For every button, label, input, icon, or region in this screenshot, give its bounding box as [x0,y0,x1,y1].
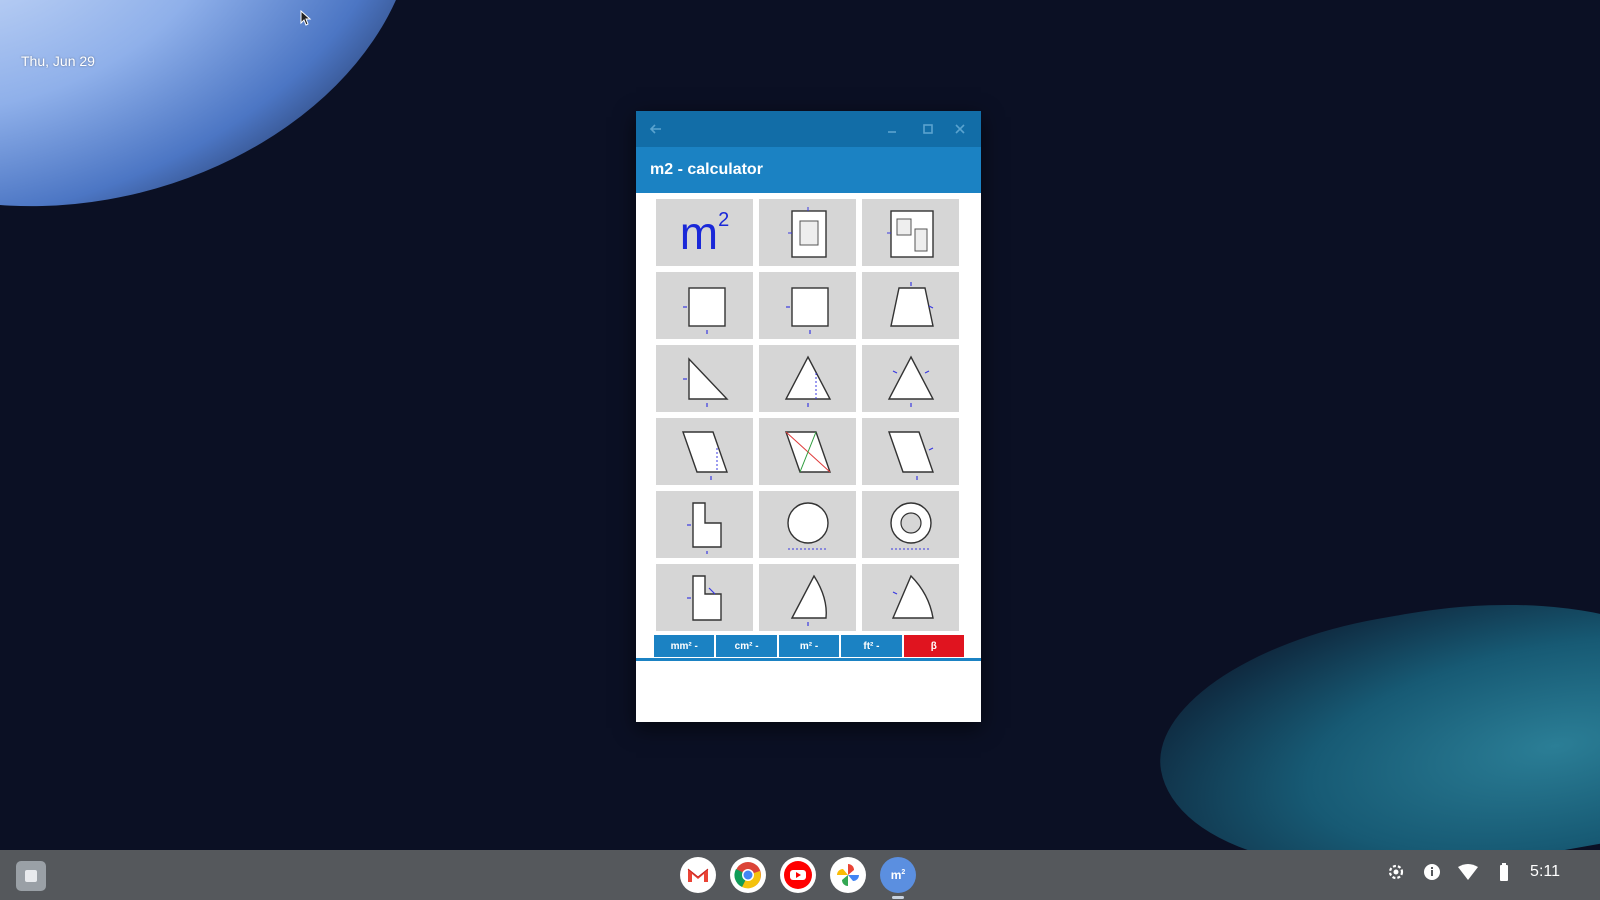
circle-segment-icon [891,574,934,619]
m2-calculator-icon[interactable]: m2 [880,857,916,899]
triangle-height-icon [784,354,831,407]
launcher-icon [25,870,37,882]
ring-icon [889,501,932,549]
unit-m2-button[interactable]: m² - [778,635,840,657]
multi-room-area-tile[interactable] [862,199,959,266]
m2-logo-tile[interactable]: m2 [656,199,753,266]
right-triangle-icon [682,356,729,407]
l-shape-tile[interactable] [656,491,753,558]
shape-grid: m2 [656,199,959,631]
gmail-icon[interactable] [680,857,716,893]
circle-sector-tile[interactable] [759,564,856,631]
l-shape-icon [686,501,722,554]
parallelogram-icon [681,430,728,480]
unit-cm2-button[interactable]: cm² - [716,635,777,657]
square-icon [785,286,829,334]
room-area-icon [787,206,827,258]
circle-segment-tile[interactable] [862,564,959,631]
unit-ft2-button[interactable]: ft² - [841,635,902,657]
parallelogram-tile[interactable] [656,418,753,485]
circle-tile[interactable] [759,491,856,558]
circle-icon [786,501,829,549]
close-icon[interactable] [950,119,970,139]
triangle-height-tile[interactable] [759,345,856,412]
ring-tile[interactable] [862,491,959,558]
triangle-sides-icon [887,354,934,407]
youtube-icon[interactable] [780,857,816,893]
trapezoid-tile[interactable] [862,272,959,339]
app-window: m2 - calculator m2 mm² - cm² - m² - ft² … [636,111,981,722]
shelf-apps: m2 [680,857,916,899]
clock[interactable]: 5:11 [1530,863,1560,881]
settings-icon[interactable] [1386,862,1406,882]
wifi-icon[interactable] [1458,862,1479,882]
room-area-tile[interactable] [759,199,856,266]
photos-icon[interactable] [830,857,866,893]
battery-icon[interactable] [1494,862,1514,882]
rectangle-icon [682,286,726,334]
info-icon[interactable] [1422,862,1442,882]
status-tray[interactable]: 5:11 [1386,862,1560,882]
minimize-icon[interactable] [882,119,902,139]
l-shape-complex-tile[interactable] [656,564,753,631]
wallpaper-glow-top [0,0,471,275]
rectangle-tile[interactable] [656,272,753,339]
divider-line [636,658,981,661]
beta-button[interactable]: β [903,635,965,657]
shelf: m2 5:11 [0,850,1600,900]
app-title: m2 - calculator [650,161,763,178]
app-header: m2 - calculator [636,147,981,193]
window-caption-bar[interactable] [636,111,981,147]
unit-mm2-button[interactable]: mm² - [654,635,715,657]
chrome-icon[interactable] [730,857,766,893]
desktop-date: Thu, Jun 29 [21,53,95,69]
mouse-cursor-icon [300,9,312,31]
back-arrow-icon[interactable] [646,119,666,139]
launcher-button[interactable] [16,861,46,891]
trapezoid-icon [889,281,934,327]
circle-sector-icon [790,574,827,626]
maximize-icon[interactable] [918,119,938,139]
m2-logo: m2 [679,206,730,259]
triangle-sides-tile[interactable] [862,345,959,412]
l-shape-complex-icon [686,574,722,621]
m2-calculator-label: m2 [890,868,906,882]
parallelogram-sides-tile[interactable] [862,418,959,485]
parallelogram-sides-icon [887,430,934,480]
unit-bar: mm² - cm² - m² - ft² - β [654,635,965,657]
rhombus-icon [784,430,831,473]
right-triangle-tile[interactable] [656,345,753,412]
square-tile[interactable] [759,272,856,339]
rhombus-tile[interactable] [759,418,856,485]
multi-room-area-icon [886,209,934,258]
